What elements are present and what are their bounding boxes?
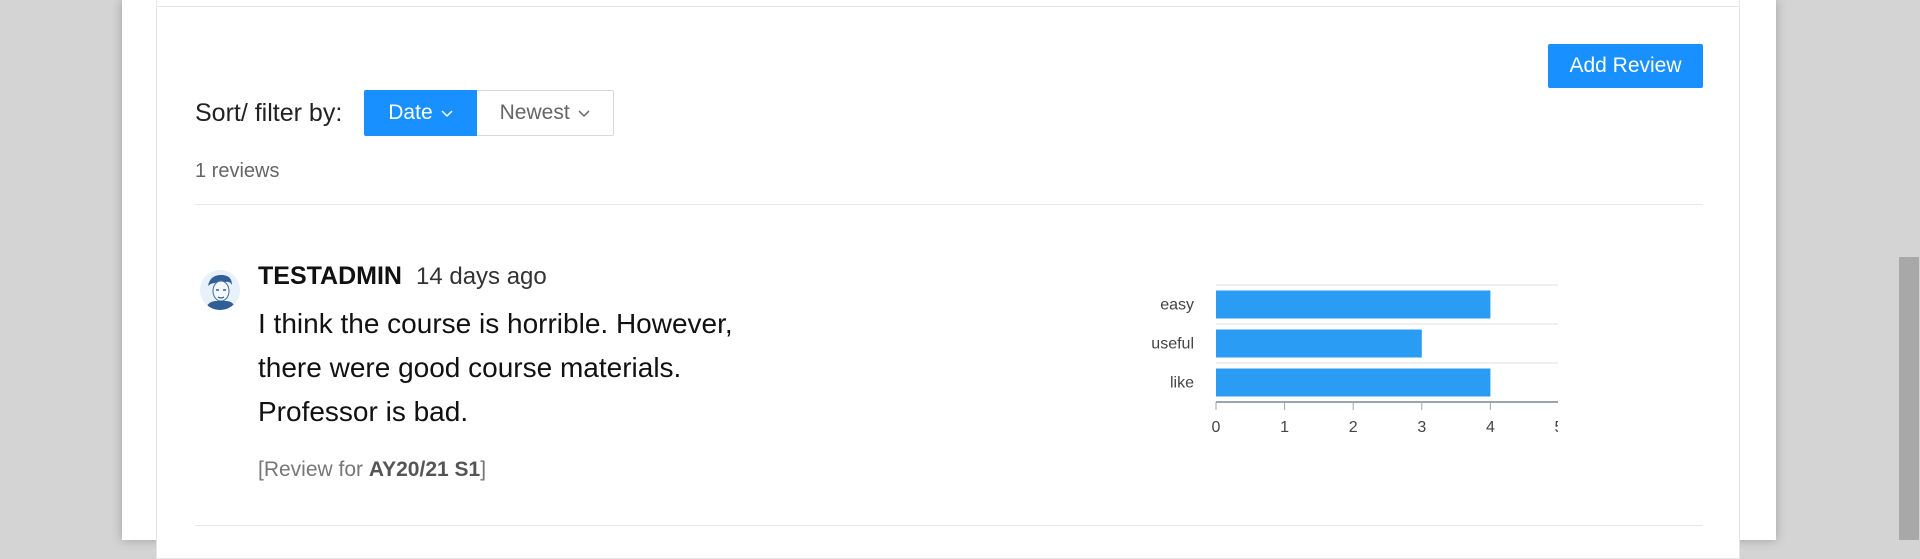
rating-bar-chart: easy useful like 0 1 2 3 4 5 (1151, 284, 1558, 436)
bar (1216, 329, 1422, 358)
avatar (200, 270, 240, 310)
review-for-prefix: [Review for (258, 458, 369, 481)
sort-filter-row: Sort/ filter by: Date Newest (195, 89, 614, 137)
bar (1216, 290, 1491, 319)
sort-order-label: Newest (499, 101, 570, 124)
chevron-down-icon (578, 110, 590, 118)
review-timestamp: 14 days ago (415, 263, 547, 290)
page-container: Add Review Sort/ filter by: Date Newest … (122, 0, 1776, 559)
review-for-suffix: ] (480, 458, 487, 481)
card-divider (157, 6, 1739, 7)
x-tick-label: 3 (1417, 419, 1426, 436)
review-header: TESTADMIN 14 days ago (258, 262, 547, 291)
review-term: [Review for AY20/21 S1] (258, 458, 486, 482)
review-for-term: AY20/21 S1 (368, 458, 481, 481)
scrollbar-thumb[interactable] (1899, 257, 1919, 540)
sort-filter-label: Sort/ filter by: (195, 98, 343, 127)
x-tick-label: 1 (1280, 419, 1289, 436)
chevron-down-icon (441, 110, 453, 118)
sort-order-dropdown[interactable]: Newest (476, 90, 614, 136)
x-tick-label: 4 (1486, 419, 1495, 436)
sort-button-group: Date Newest (364, 90, 614, 136)
y-tick-label: easy (1160, 297, 1194, 314)
y-tick-label: like (1170, 375, 1194, 392)
list-divider (195, 204, 1703, 205)
sort-field-label: Date (388, 101, 433, 124)
x-tick-label: 5 (1555, 419, 1558, 436)
add-review-button[interactable]: Add Review (1548, 44, 1703, 88)
scrollbar-track[interactable] (1898, 0, 1920, 540)
reviews-count: 1 reviews (195, 160, 280, 182)
x-tick-label: 2 (1349, 419, 1358, 436)
review-author[interactable]: TESTADMIN (258, 262, 402, 291)
user-avatar-icon (200, 270, 240, 310)
bar (1216, 368, 1491, 397)
reviews-card: Add Review Sort/ filter by: Date Newest … (156, 0, 1740, 559)
review-body: I think the course is horrible. However,… (258, 308, 733, 427)
list-divider (195, 525, 1703, 526)
sort-field-dropdown[interactable]: Date (364, 90, 477, 136)
y-tick-label: useful (1151, 336, 1194, 353)
x-tick-label: 0 (1212, 419, 1221, 436)
